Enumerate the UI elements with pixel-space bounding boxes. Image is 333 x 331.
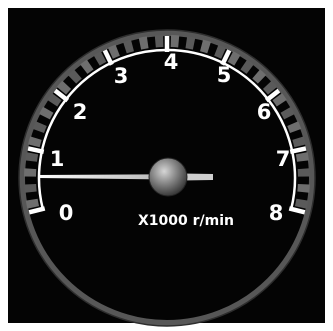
- scale-segment: [200, 39, 211, 54]
- unit-label: X1000 r/min: [138, 213, 234, 229]
- scale-label-3: 3: [114, 64, 129, 88]
- scale-segment: [138, 36, 149, 50]
- scale-label-1: 1: [50, 147, 65, 171]
- scale-label-2: 2: [73, 100, 88, 124]
- major-tick: [288, 206, 306, 215]
- scale-segment: [24, 183, 37, 193]
- scale-segment: [294, 198, 309, 209]
- scale-label-7: 7: [276, 147, 291, 171]
- scale-segment: [185, 36, 196, 50]
- scale-segment: [24, 168, 37, 177]
- scale-segment: [292, 136, 306, 148]
- tachometer-gauge: 0 1 2 3 4 5 6 7 8 X1000 r/min: [18, 29, 316, 327]
- scale-segment: [123, 39, 134, 54]
- scale-label-5: 5: [217, 63, 232, 87]
- scale-segment: [154, 35, 164, 48]
- scale-segment: [297, 168, 310, 177]
- scale-segment: [25, 198, 40, 209]
- scale-label-8: 8: [269, 201, 284, 225]
- scale-segment: [28, 136, 42, 148]
- tachometer-frame: 0 1 2 3 4 5 6 7 8 X1000 r/min: [0, 0, 333, 331]
- scale-label-0: 0: [59, 201, 74, 225]
- scale-label-4: 4: [164, 50, 179, 74]
- scale-segment: [170, 35, 180, 48]
- scale-segment: [295, 152, 309, 162]
- scale-segment: [297, 183, 310, 193]
- scale-segment: [25, 152, 39, 162]
- major-tick: [28, 206, 46, 215]
- scale-label-6: 6: [257, 100, 272, 124]
